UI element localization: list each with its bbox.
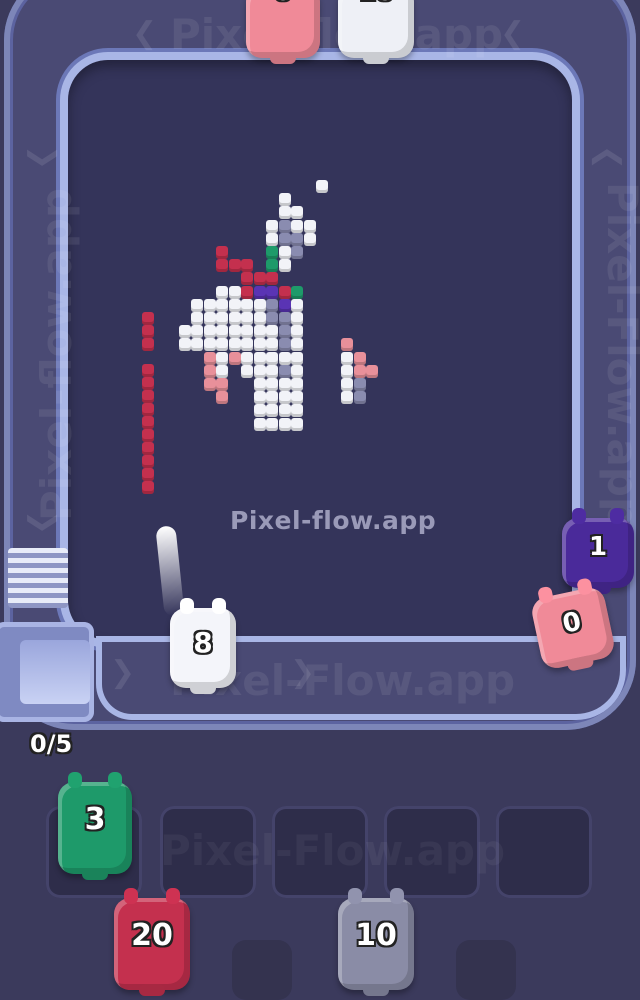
pig-count: 16: [338, 0, 414, 6]
waiting-placeholder: [232, 940, 292, 1000]
play-board: [68, 60, 572, 640]
chevron-left-icon: ❮: [500, 16, 526, 51]
pig-count: 0: [246, 0, 320, 6]
pig-count: 20: [131, 918, 173, 953]
pig-wait-gray[interactable]: 10: [338, 888, 414, 996]
track-text-left: Pixel-flow.app: [32, 187, 82, 522]
chevron-down-icon: ❮: [23, 509, 59, 536]
track-text-right: Pixel-Flow.app: [598, 181, 640, 528]
pig-top-white[interactable]: 16: [338, 0, 414, 64]
pig-wait-crimson[interactable]: 20: [114, 888, 190, 996]
pig-bottom-white[interactable]: 8: [170, 598, 236, 694]
queue-counter: 0/5: [30, 730, 73, 758]
pig-count: 1: [588, 532, 608, 562]
chevron-left-icon: ❮: [132, 16, 158, 51]
pig-right-pink[interactable]: 0: [529, 577, 617, 672]
chevron-right-icon: ❯: [110, 655, 136, 690]
pig-count: 3: [84, 802, 106, 837]
launcher-window: [20, 640, 90, 704]
exit-stairs: [8, 548, 68, 608]
pig-count: 0: [559, 606, 584, 640]
pig-top-pink[interactable]: 0: [246, 0, 320, 64]
track-text-top: Pixel-flow.app: [170, 10, 504, 59]
chevron-right-icon: ❯: [290, 655, 316, 690]
pig-count: 8: [193, 626, 213, 659]
chevron-up-icon: ❮: [591, 144, 627, 171]
track-text-slots: Pixel-Flow.app: [160, 826, 506, 875]
watermark: Pixel-flow.app: [230, 506, 437, 535]
pig-slot-green[interactable]: 3: [58, 772, 132, 880]
waiting-placeholder: [456, 940, 516, 1000]
pig-right-purple[interactable]: 1: [562, 508, 634, 594]
chevron-down-icon: ❮: [23, 144, 59, 171]
pig-count: 10: [355, 918, 397, 953]
slot-5[interactable]: [496, 806, 592, 898]
